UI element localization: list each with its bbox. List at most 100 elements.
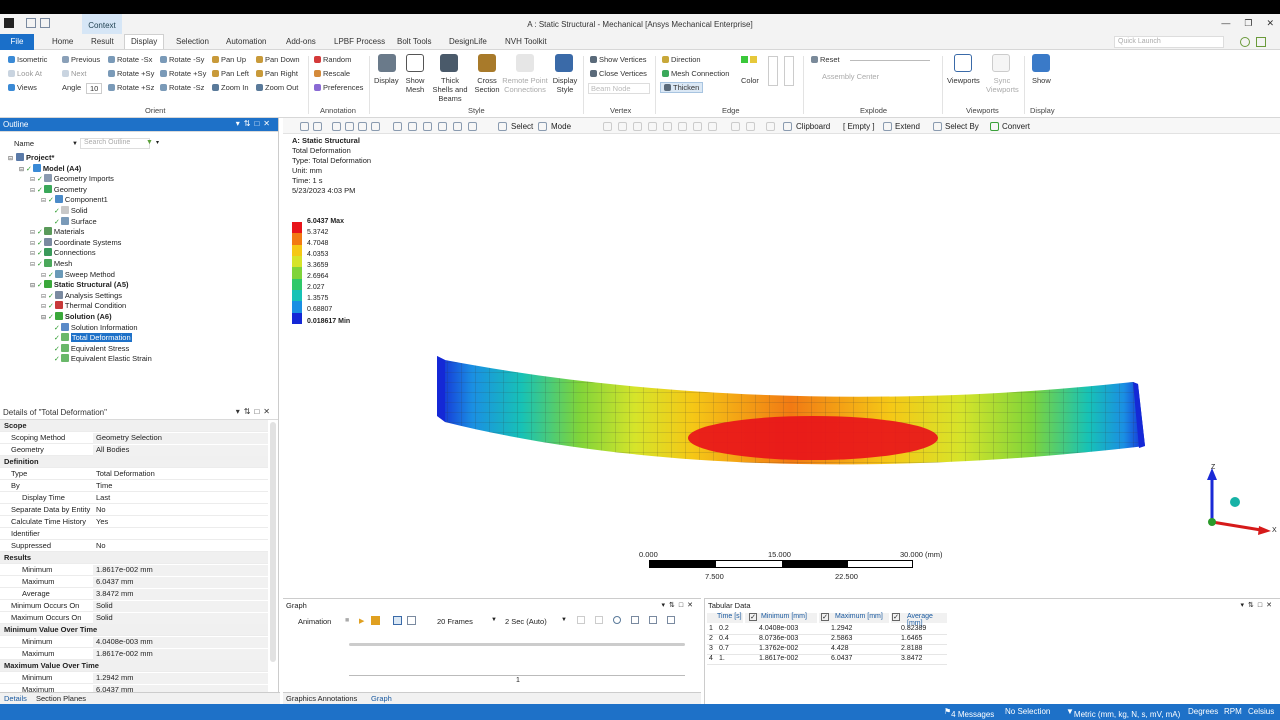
assembly-center-dropdown[interactable]: Assembly Center [822, 72, 879, 81]
close-vertices-button[interactable]: Close Vertices [590, 69, 647, 78]
graph-zoom-icon[interactable] [613, 616, 621, 624]
select-mode-icon[interactable] [708, 122, 717, 131]
expand-icon[interactable]: ⊟ [30, 251, 35, 257]
show-mesh-button[interactable]: Show Mesh [404, 76, 426, 94]
frames-chevron-down-icon[interactable]: ▼ [491, 617, 497, 623]
details-value[interactable]: 6.0437 mm [93, 577, 268, 588]
table-cell[interactable]: 2.5863 [831, 635, 852, 642]
table-cell[interactable]: 0.7 [719, 645, 729, 652]
tree-item[interactable]: ✓ Equivalent Stress [52, 343, 129, 353]
details-value[interactable]: Time [93, 481, 268, 492]
preferences-button[interactable]: Preferences [314, 83, 363, 92]
panel-controls-icon[interactable]: ▾⇅□✕ [662, 601, 697, 609]
zoom-box-icon[interactable] [313, 122, 322, 131]
pause-icon[interactable] [371, 616, 380, 625]
panel-controls-icon[interactable]: ▾⇅□✕ [236, 119, 274, 128]
select-by-icon[interactable] [933, 122, 942, 131]
tree-item[interactable]: ⊟ ✓ Thermal Condition [41, 301, 126, 310]
display-style-button[interactable]: Display Style [551, 76, 579, 94]
details-section[interactable]: Maximum Value Over Time [0, 660, 268, 672]
details-value[interactable] [93, 529, 268, 540]
details-section[interactable]: Results [0, 552, 268, 564]
messages-status[interactable]: ⚑ 4 Messages [944, 707, 994, 719]
details-value[interactable]: No [93, 541, 268, 552]
expand-icon[interactable]: ⊟ [30, 262, 35, 268]
rotate-minus-sz-button[interactable]: Rotate -Sz [160, 83, 204, 92]
thicken-toggle[interactable]: Thicken [660, 82, 704, 93]
axis-triad[interactable] [1195, 456, 1277, 540]
minimum-series-checkbox[interactable]: ✓ [749, 613, 757, 621]
color-green-swatch[interactable] [741, 56, 748, 63]
search-outline-input[interactable]: Search Outline [80, 138, 150, 149]
tab-section-planes[interactable]: Section Planes [36, 694, 86, 703]
temperature-unit-status[interactable]: Celsius [1248, 707, 1274, 716]
filter-dropdown-icon[interactable]: ▾ [156, 139, 159, 146]
color-yellow-swatch[interactable] [750, 56, 757, 63]
thick-shells-button[interactable]: Thick Shells and Beams [430, 76, 470, 103]
expand-icon[interactable]: ⊟ [30, 241, 35, 247]
views-button[interactable]: Views [8, 83, 37, 92]
details-section[interactable]: Definition [0, 456, 268, 468]
frames-dropdown[interactable]: 20 Frames [437, 617, 473, 626]
select-mode-icon[interactable] [663, 122, 672, 131]
expand-icon[interactable]: ⊟ [41, 198, 46, 204]
tab-home[interactable]: Home [52, 37, 73, 46]
mode-dropdown[interactable]: Mode [551, 122, 571, 131]
clipboard-icon[interactable] [783, 122, 792, 131]
expand-icon[interactable]: ⊟ [30, 230, 35, 236]
help-icon[interactable] [1240, 37, 1250, 47]
table-cell[interactable]: 1.2942 [831, 625, 852, 632]
graph-option-icon[interactable] [667, 616, 675, 624]
pan-right-button[interactable]: Pan Right [256, 69, 298, 78]
tree-item[interactable]: ✓ Solution Information [52, 322, 138, 332]
tab-automation[interactable]: Automation [226, 37, 266, 46]
details-value[interactable]: 1.8617e-002 mm [93, 565, 268, 576]
clipboard-dropdown[interactable]: Clipboard [796, 122, 830, 131]
play-icon[interactable]: ▶ [359, 617, 364, 625]
tree-item[interactable]: ⊟ ✓ Component1 [41, 195, 108, 204]
select-mode-icon[interactable] [746, 122, 755, 131]
pan-down-button[interactable]: Pan Down [256, 55, 300, 64]
tree-item[interactable]: ⊟ Project* [8, 153, 54, 162]
panel-controls-icon[interactable]: ▾⇅□✕ [236, 407, 274, 416]
zoom-in-button[interactable]: Zoom In [212, 83, 249, 92]
tree-item[interactable]: ⊟ ✓ Connections [30, 248, 96, 257]
tab-graph[interactable]: Graph [371, 694, 392, 703]
mesh-connection-button[interactable]: Mesh Connection [662, 69, 729, 78]
rotate-view-icon[interactable] [332, 122, 341, 131]
magnify-icon[interactable] [423, 122, 432, 131]
details-value[interactable]: All Bodies [93, 445, 268, 456]
details-section[interactable]: Minimum Value Over Time [0, 624, 268, 636]
duration-dropdown[interactable]: 2 Sec (Auto) [505, 617, 547, 626]
magnify-box-icon[interactable] [468, 122, 477, 131]
details-value[interactable]: Yes [93, 517, 268, 528]
table-cell[interactable]: 8.0736e-003 [759, 635, 798, 642]
expand-icon[interactable]: ⊟ [30, 283, 35, 289]
details-value[interactable]: Total Deformation [93, 469, 268, 480]
isometric-button[interactable]: Isometric [8, 55, 47, 64]
filter-icon[interactable]: ▼ [146, 139, 153, 146]
time-mode-icon[interactable] [407, 616, 416, 625]
column-header-maximum[interactable]: Maximum [mm] [819, 613, 889, 623]
edge-options-icon[interactable] [784, 56, 794, 86]
details-value[interactable]: Solid [93, 613, 268, 624]
frames-mode-icon[interactable] [393, 616, 402, 625]
details-value[interactable]: Solid [93, 601, 268, 612]
tab-lpbf-process[interactable]: LPBF Process [334, 37, 385, 46]
remote-point-connections-button[interactable]: Remote Point Connections [502, 76, 548, 94]
tree-item[interactable]: ⊟ ✓ Solution (A6) [41, 312, 112, 321]
previous-view-button[interactable]: Previous [62, 55, 100, 64]
table-row-index[interactable]: 3 [709, 645, 713, 652]
select-by-dropdown[interactable]: Select By [945, 122, 979, 131]
expand-icon[interactable]: ⊟ [41, 273, 46, 279]
graphics-viewport[interactable]: A: Static Structural Total Deformation T… [283, 134, 1280, 596]
name-sort-icon[interactable]: ▼ [72, 141, 78, 147]
animation-timeline-slider[interactable] [349, 643, 685, 646]
table-cell[interactable]: 0.4 [719, 635, 729, 642]
units-status[interactable]: ▼ Metric (mm, kg, N, s, mV, mA) [1066, 707, 1180, 719]
pan-left-button[interactable]: Pan Left [212, 69, 249, 78]
expand-icon[interactable]: ⊟ [30, 188, 35, 194]
rotate-plus-sy-button[interactable]: Rotate +Sy [108, 69, 154, 78]
rotate-plus-sz-button[interactable]: Rotate +Sz [108, 83, 154, 92]
close-icon[interactable]: ✕ [1266, 18, 1274, 29]
